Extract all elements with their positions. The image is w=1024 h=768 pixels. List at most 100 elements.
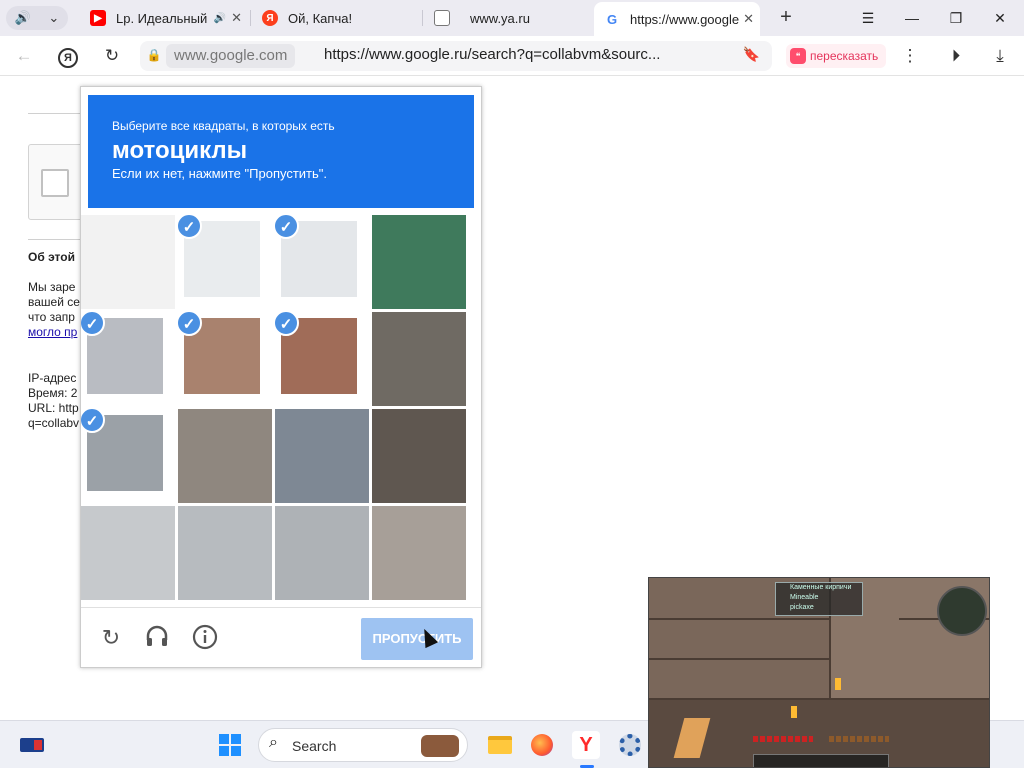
captcha-tile[interactable] xyxy=(178,409,272,503)
reload-challenge-icon[interactable]: ↻ xyxy=(97,624,125,652)
captcha-tile-image xyxy=(372,506,466,600)
ip-address-line: IP-адрес xyxy=(28,371,77,385)
captcha-tile[interactable]: ✓ xyxy=(275,312,369,406)
captcha-tile-image xyxy=(81,506,175,600)
captcha-tile-image xyxy=(372,312,466,406)
file-explorer-icon[interactable] xyxy=(486,731,514,759)
captcha-tile[interactable]: ✓ xyxy=(178,312,272,406)
tab-title: Ой, Капча! xyxy=(288,10,353,26)
about-title: Об этой xyxy=(28,250,75,264)
recaptcha-checkbox[interactable] xyxy=(41,169,69,197)
captcha-tile[interactable] xyxy=(275,506,369,600)
divider xyxy=(28,113,80,114)
captcha-tile[interactable] xyxy=(81,506,175,600)
captcha-tile[interactable]: ✓ xyxy=(81,312,175,406)
yandex-account-icon[interactable]: Я xyxy=(56,44,80,68)
about-line: Мы заре xyxy=(28,280,76,294)
captcha-tile[interactable]: ✓ xyxy=(178,215,272,309)
about-link[interactable]: могло пр xyxy=(28,325,77,339)
tab-captcha[interactable]: Я Ой, Капча! xyxy=(252,4,420,32)
firefox-icon[interactable] xyxy=(528,731,556,759)
more-options-icon[interactable]: ⋮ xyxy=(898,44,922,68)
reload-icon[interactable]: ↻ xyxy=(100,44,124,68)
panel-line: Mineable xyxy=(790,594,819,601)
captcha-tile-image xyxy=(81,215,175,309)
restore-icon[interactable]: ❐ xyxy=(944,6,968,30)
url-text[interactable]: https://www.google.ru/search?q=collabvm&… xyxy=(324,46,660,63)
captcha-tile[interactable] xyxy=(81,215,175,309)
captcha-tile[interactable] xyxy=(275,409,369,503)
windows-start-icon[interactable] xyxy=(216,731,244,759)
info-icon[interactable] xyxy=(191,624,219,652)
retell-button[interactable]: ❝ пересказать xyxy=(786,44,887,68)
captcha-tile[interactable] xyxy=(372,215,466,309)
captcha-footer: ↻ ПРОПУСТИТЬ xyxy=(81,607,481,667)
youtube-icon: ▶ xyxy=(90,10,106,26)
document-icon xyxy=(434,10,450,26)
skip-button[interactable]: ПРОПУСТИТЬ xyxy=(361,618,473,660)
about-line: вашей се xyxy=(28,295,80,309)
tab-audio-icon[interactable]: 🔊 xyxy=(214,13,226,24)
captcha-object: мотоциклы xyxy=(112,137,248,164)
settings-icon[interactable] xyxy=(616,731,644,759)
address-bar[interactable]: 🔒 www.google.com https://www.google.ru/s… xyxy=(140,41,772,71)
health-bar xyxy=(753,736,813,742)
browser-toolbar: ← Я ↻ 🔒 www.google.com https://www.googl… xyxy=(0,36,1024,76)
yandex-icon: Я xyxy=(262,10,278,26)
captcha-hint: Если их нет, нажмите "Пропустить". xyxy=(112,166,328,181)
game-block-info-panel: Каменные кирпичи Mineable pickaxe xyxy=(775,582,863,616)
widgets-icon[interactable] xyxy=(18,731,46,759)
captcha-tile-image xyxy=(178,409,272,503)
yandex-browser-icon[interactable]: Y xyxy=(572,731,600,759)
captcha-tile-image xyxy=(275,506,369,600)
panel-line: pickaxe xyxy=(790,604,814,611)
url-host-chip[interactable]: www.google.com xyxy=(166,44,296,68)
game-hotbar xyxy=(753,754,889,767)
captcha-tile[interactable]: ✓ xyxy=(275,215,369,309)
taskbar-search[interactable]: ⌕ Search xyxy=(258,728,468,762)
torch-flame xyxy=(835,678,841,690)
captcha-header: Выберите все квадраты, в которых есть мо… xyxy=(88,95,474,208)
captcha-tile[interactable] xyxy=(372,312,466,406)
download-icon[interactable]: ⤓ xyxy=(988,44,1012,68)
tab-google[interactable]: G https://www.google ✕ xyxy=(594,2,760,36)
tab-audio-control[interactable]: 🔊 ⌄ xyxy=(6,6,68,30)
query-line: q=collabv xyxy=(28,416,80,430)
speaker-icon[interactable]: 🔊 xyxy=(15,10,31,26)
search-icon: ⌕ xyxy=(269,734,278,751)
new-tab-button[interactable]: + xyxy=(774,6,798,30)
captcha-tile-image xyxy=(372,409,466,503)
bookmark-icon[interactable]: 🔖 xyxy=(743,46,760,63)
close-icon[interactable]: ✕ xyxy=(743,11,754,27)
minimize-icon[interactable]: — xyxy=(900,6,924,30)
captcha-tile[interactable] xyxy=(372,409,466,503)
media-play-icon[interactable]: ⏵ xyxy=(944,44,968,68)
panel-line: Каменные кирпичи xyxy=(790,584,852,591)
tab-title: https://www.google xyxy=(630,11,740,27)
tab-youtube[interactable]: ▶ Lp. Идеальный 🔊 ✕ xyxy=(80,4,248,32)
captcha-tile-image xyxy=(178,506,272,600)
captcha-tile[interactable] xyxy=(178,506,272,600)
back-icon[interactable]: ← xyxy=(12,44,36,68)
captcha-image-grid: ✓ ✓ ✓ ✓ ✓ ✓ xyxy=(81,215,481,601)
close-icon[interactable]: ✕ xyxy=(231,10,242,26)
captcha-tile[interactable]: ✓ xyxy=(81,409,175,503)
retell-icon: ❝ xyxy=(790,48,806,64)
brick-line xyxy=(649,658,829,660)
captcha-tile[interactable] xyxy=(372,506,466,600)
brick-line xyxy=(649,698,989,700)
tab-title: Lp. Идеальный xyxy=(116,10,208,26)
chevron-down-icon[interactable]: ⌄ xyxy=(48,10,59,26)
url-line: URL: http xyxy=(28,401,79,415)
google-icon: G xyxy=(604,11,620,27)
audio-challenge-icon[interactable] xyxy=(143,624,171,652)
lock-icon[interactable]: 🔒 xyxy=(146,48,162,64)
menu-icon[interactable]: ☰ xyxy=(856,6,880,30)
time-line: Время: 2 xyxy=(28,386,78,400)
divider xyxy=(28,239,80,240)
window-close-icon[interactable]: ✕ xyxy=(988,6,1012,30)
hunger-bar xyxy=(829,736,889,742)
captcha-tile-image xyxy=(275,409,369,503)
tab-ya[interactable]: www.ya.ru xyxy=(424,4,592,32)
game-video-overlay[interactable]: Каменные кирпичи Mineable pickaxe xyxy=(648,577,990,768)
